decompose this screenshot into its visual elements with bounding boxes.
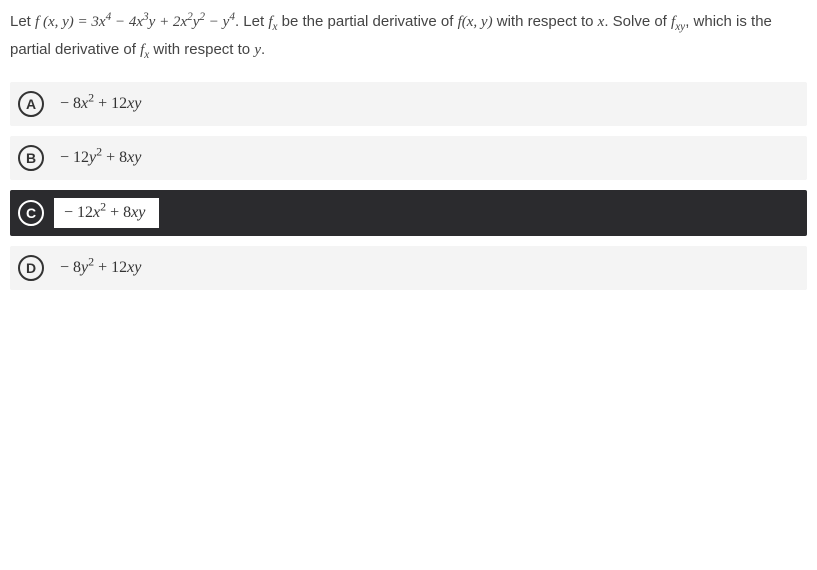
q-fx2: fx [140,42,149,58]
q-fx: fx [268,14,277,30]
option-letter-c: C [18,200,44,226]
q-prefix1: Let [10,13,35,30]
q-fxy: fxy [671,14,685,30]
q-dot: . Solve of [604,13,671,30]
q-mid5: with respect to [153,41,254,58]
option-a[interactable]: A − 8x2 + 12xy [10,82,807,126]
option-letter-a: A [18,91,44,117]
option-c[interactable]: C − 12x2 + 8xy [10,190,807,236]
q-mid2: with respect to [497,13,598,30]
option-text-c: − 12x2 + 8xy [54,198,159,228]
option-text-d: − 8y2 + 12xy [60,259,141,277]
options-list: A − 8x2 + 12xy B − 12y2 + 8xy C − 12x2 +… [10,82,807,290]
option-text-a: − 8x2 + 12xy [60,95,141,113]
option-b[interactable]: B − 12y2 + 8xy [10,136,807,180]
q-fxy-plain: f(x, y) [458,14,493,30]
option-letter-b: B [18,145,44,171]
q-func-def: f (x, y) = 3x4 − 4x3y + 2x2y2 − y4 [35,14,235,30]
q-dot-let: . Let [235,13,268,30]
q-var-y: y [254,42,261,58]
option-d[interactable]: D − 8y2 + 12xy [10,246,807,290]
question-text: Let f (x, y) = 3x4 − 4x3y + 2x2y2 − y4. … [10,8,807,64]
option-letter-d: D [18,255,44,281]
q-end: . [261,41,265,58]
option-text-b: − 12y2 + 8xy [60,149,141,167]
q-mid1: be the partial derivative of [282,13,458,30]
